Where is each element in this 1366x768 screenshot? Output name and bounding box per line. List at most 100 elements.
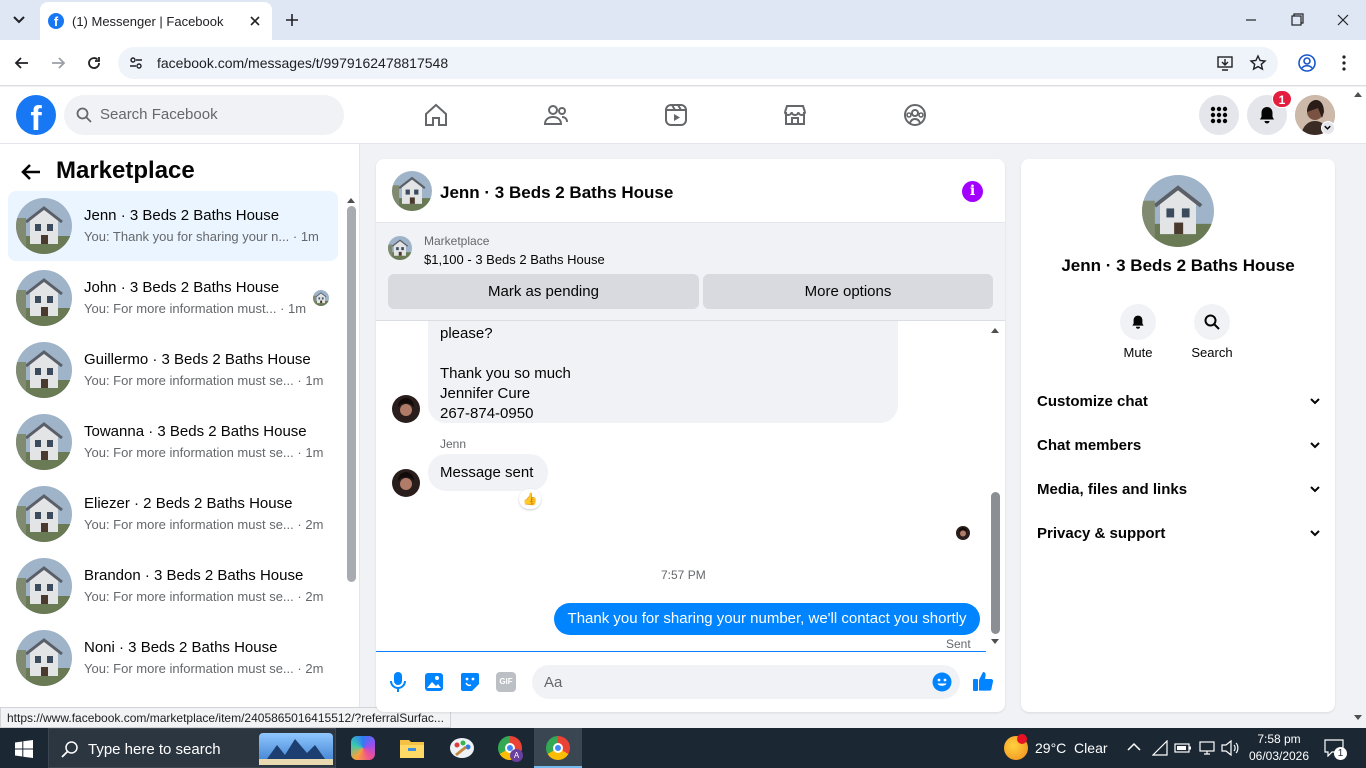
conversation-item[interactable]: Noni · 3 Beds 2 Baths House You: For mor…	[8, 623, 338, 693]
weather-text[interactable]: 29°C Clear	[1035, 740, 1108, 756]
back-arrow-icon[interactable]	[20, 162, 42, 182]
media-files-links-section[interactable]: Media, files and links	[1037, 474, 1321, 504]
conversation-avatar	[16, 558, 72, 614]
action-center-icon[interactable]: 1	[1324, 739, 1347, 760]
tab-close-icon[interactable]	[246, 12, 264, 30]
clock-time[interactable]: 7:58 pm	[1248, 732, 1310, 746]
nav-home-icon[interactable]	[421, 100, 451, 130]
mute-bell-icon[interactable]	[1120, 304, 1156, 340]
listing-banner: Marketplace $1,100 - 3 Beds 2 Baths Hous…	[376, 223, 1005, 321]
message-line: Thank you so much	[440, 365, 571, 382]
sender-avatar[interactable]	[392, 469, 420, 497]
conversation-snippet: You: For more information must se... · 2…	[84, 661, 324, 676]
page-scroll-up-icon[interactable]	[1354, 90, 1362, 98]
window-close-icon[interactable]	[1332, 10, 1354, 30]
conversation-item[interactable]: Brandon · 3 Beds 2 Baths House You: For …	[8, 551, 338, 621]
chrome-active-taskbar-button[interactable]	[534, 728, 582, 768]
message-input[interactable]: Aa	[532, 665, 960, 699]
like-thumbs-up-icon[interactable]	[972, 670, 994, 692]
scroll-up-arrow-icon[interactable]	[347, 196, 355, 204]
taskbar-search-box[interactable]: Type here to search	[48, 728, 336, 768]
outgoing-message-bubble[interactable]: Thank you for sharing your number, we'll…	[554, 603, 980, 635]
search-in-chat-icon[interactable]	[1194, 304, 1230, 340]
search-label[interactable]: Search	[1182, 345, 1242, 360]
browser-tab[interactable]: f (1) Messenger | Facebook	[40, 2, 272, 40]
conversation-snippet: You: For more information must se... · 1…	[84, 445, 324, 460]
page-scroll-down-icon[interactable]	[1354, 714, 1362, 722]
show-hidden-icons-chevron[interactable]	[1127, 742, 1141, 752]
reload-icon[interactable]	[84, 53, 104, 73]
more-options-button[interactable]: More options	[703, 274, 993, 309]
incoming-message-text: please? Thank you so much Jennifer Cure …	[440, 324, 571, 424]
file-explorer-icon[interactable]	[400, 738, 424, 758]
conversation-item[interactable]: Towanna · 3 Beds 2 Baths House You: For …	[8, 407, 338, 477]
bookmark-star-icon[interactable]	[1249, 54, 1267, 72]
chat-scrollbar[interactable]	[991, 492, 1000, 634]
listing-thumbnail[interactable]	[388, 236, 412, 260]
battery-icon[interactable]	[1174, 741, 1192, 755]
microphone-icon[interactable]	[388, 671, 408, 693]
sticker-icon[interactable]	[460, 672, 480, 692]
chat-members-section[interactable]: Chat members	[1037, 430, 1321, 460]
volume-icon[interactable]	[1221, 740, 1239, 756]
address-bar[interactable]: facebook.com/messages/t/9979162478817548	[118, 47, 1278, 79]
conversation-item[interactable]: Eliezer · 2 Beds 2 Baths House You: For …	[8, 479, 338, 549]
tab-search-dropdown-icon[interactable]	[8, 10, 30, 30]
clock-date[interactable]: 06/03/2026	[1248, 749, 1310, 763]
back-icon[interactable]	[12, 53, 32, 73]
conversation-list-scrollbar[interactable]	[347, 206, 356, 582]
mark-pending-button[interactable]: Mark as pending	[388, 274, 699, 309]
url-text[interactable]: facebook.com/messages/t/9979162478817548	[157, 55, 448, 71]
conversation-item[interactable]: John · 3 Beds 2 Baths House You: For mor…	[8, 263, 338, 333]
conversation-avatar	[16, 342, 72, 398]
listing-price-title[interactable]: $1,100 - 3 Beds 2 Baths House	[424, 252, 605, 267]
sender-avatar[interactable]	[392, 395, 420, 423]
seen-indicator-avatar	[956, 526, 970, 540]
facebook-search-input[interactable]: Search Facebook	[64, 95, 344, 135]
incoming-message-bubble[interactable]: Message sent	[428, 454, 548, 491]
chat-avatar[interactable]	[392, 171, 432, 211]
reaction-thumbs-up-icon[interactable]: 👍	[519, 489, 541, 509]
paint-app-icon[interactable]	[449, 736, 475, 760]
incoming-message-bubble[interactable]: please? Thank you so much Jennifer Cure …	[428, 321, 898, 423]
mute-label[interactable]: Mute	[1108, 345, 1168, 360]
forward-icon[interactable]	[48, 53, 68, 73]
new-tab-icon[interactable]	[282, 10, 302, 30]
windows-start-icon[interactable]	[15, 740, 33, 758]
conversation-list-panel: Marketplace Jenn · 3 Beds 2 Baths House …	[0, 144, 360, 728]
facebook-logo-icon[interactable]: f	[16, 95, 56, 135]
nav-video-icon[interactable]	[661, 100, 691, 130]
conversation-item[interactable]: Guillermo · 3 Beds 2 Baths House You: Fo…	[8, 335, 338, 405]
copilot-icon[interactable]	[351, 736, 375, 760]
nav-marketplace-icon[interactable]	[780, 100, 810, 130]
chat-scroll-down-icon[interactable]	[991, 638, 999, 646]
taskbar-search-placeholder: Type here to search	[88, 741, 221, 758]
restore-icon[interactable]	[1286, 10, 1308, 30]
nav-groups-icon[interactable]	[900, 100, 930, 130]
emoji-icon[interactable]	[932, 672, 952, 692]
nav-friends-icon[interactable]	[541, 100, 571, 130]
browser-menu-icon[interactable]	[1334, 53, 1354, 73]
conversation-avatar	[16, 198, 72, 254]
conversation-item[interactable]: Jenn · 3 Beds 2 Baths House You: Thank y…	[8, 191, 338, 261]
chat-scroll-up-icon[interactable]	[991, 326, 999, 334]
chat-title[interactable]: Jenn · 3 Beds 2 Baths House	[440, 183, 673, 203]
messages-area: please? Thank you so much Jennifer Cure …	[376, 321, 1005, 651]
site-info-icon[interactable]	[128, 55, 144, 71]
network-icon[interactable]	[1152, 740, 1168, 756]
info-icon[interactable]: i	[962, 181, 983, 202]
chrome-profile-a-icon[interactable]: A	[498, 736, 523, 762]
message-line: please?	[440, 325, 493, 342]
customize-chat-section[interactable]: Customize chat	[1037, 386, 1321, 416]
menu-grid-icon[interactable]	[1199, 95, 1239, 135]
profile-icon[interactable]	[1297, 53, 1317, 73]
photo-icon[interactable]	[424, 672, 444, 692]
account-chevron-icon[interactable]	[1321, 121, 1335, 135]
minimize-icon[interactable]	[1240, 10, 1262, 30]
install-app-icon[interactable]	[1216, 54, 1234, 72]
privacy-support-section[interactable]: Privacy & support	[1037, 518, 1321, 548]
display-icon[interactable]	[1199, 741, 1215, 755]
gif-icon[interactable]: GIF	[496, 672, 516, 692]
info-avatar[interactable]	[1142, 175, 1214, 247]
weather-sun-icon[interactable]	[1004, 734, 1028, 760]
